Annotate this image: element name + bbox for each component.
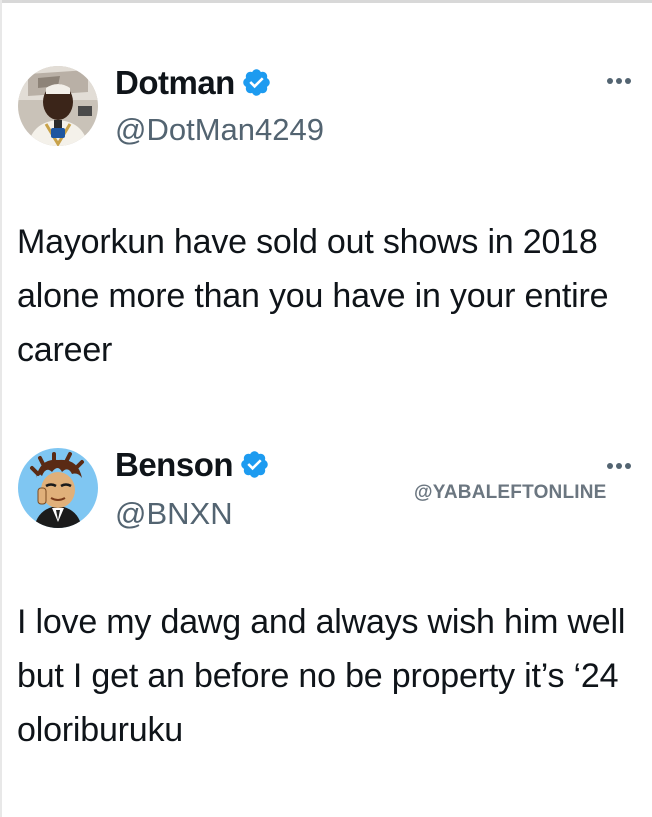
- avatar-benson-image: [18, 448, 98, 528]
- display-name-text: Benson: [115, 446, 234, 483]
- more-options-icon[interactable]: [606, 461, 632, 471]
- verified-badge-icon: [241, 451, 268, 478]
- watermark: @YABALEFTONLINE: [414, 482, 607, 503]
- tweet-benson: Benson @BNXN I love my dawg and always w…: [0, 0, 652, 817]
- tweet-text: I love my dawg and always wish him well …: [17, 603, 626, 749]
- user-handle[interactable]: @BNXN: [115, 498, 233, 529]
- display-name[interactable]: Benson: [115, 448, 270, 481]
- avatar[interactable]: [18, 448, 98, 528]
